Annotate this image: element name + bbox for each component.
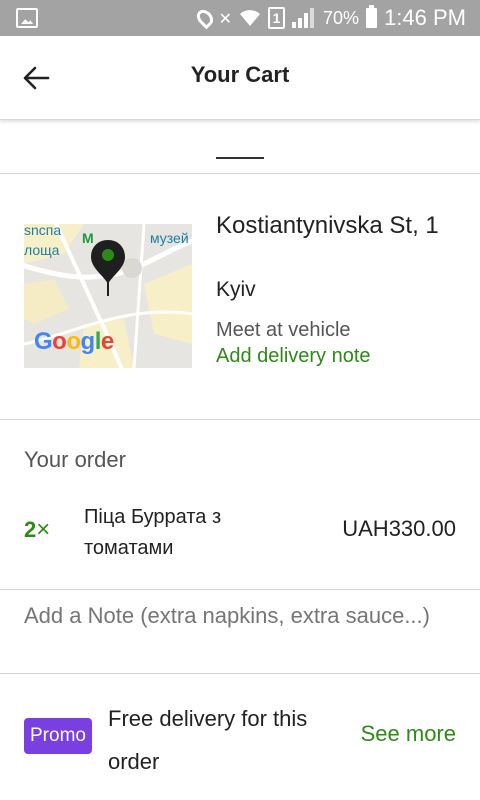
order-note-field[interactable]: Add a Note (extra napkins, extra sauce..…	[24, 601, 454, 631]
divider	[0, 419, 480, 420]
wifi-icon	[239, 9, 261, 27]
location-pin-icon	[90, 238, 126, 298]
see-more-link[interactable]: See more	[361, 721, 456, 747]
delivery-city: Kyiv	[216, 278, 256, 301]
app-header: Your Cart	[0, 36, 480, 120]
battery-icon	[366, 5, 378, 28]
drag-handle[interactable]	[216, 157, 264, 159]
meet-option[interactable]: Meet at vehicle	[216, 319, 351, 342]
promo-text: Free delivery for this order	[108, 706, 308, 774]
promo-badge: Promo	[24, 718, 92, 754]
location-icon	[193, 6, 216, 30]
item-quantity[interactable]: 2 ×	[24, 516, 50, 544]
page-title: Your Cart	[190, 62, 290, 87]
delivery-street: Kostiantynivska St, 1	[216, 212, 439, 239]
item-name[interactable]: Піца Буррата з томатами	[84, 502, 284, 564]
signal-icon	[292, 8, 316, 28]
map-label: музей	[150, 230, 189, 246]
divider	[0, 589, 480, 590]
google-logo: Google	[34, 328, 114, 355]
add-delivery-note-link[interactable]: Add delivery note	[216, 345, 371, 368]
divider	[0, 673, 480, 674]
map-label: sncпа	[24, 224, 62, 238]
status-bar: ✕ 1 70% 1:46 PM	[0, 0, 480, 36]
map-label: лоща	[24, 242, 60, 258]
status-icons: ✕ 1 70% 1:46 PM	[193, 0, 466, 36]
quantity-value: 2	[24, 517, 37, 542]
battery-percent: 70%	[323, 7, 360, 28]
image-icon	[16, 8, 38, 28]
divider	[0, 173, 480, 174]
order-section-title: Your order	[24, 447, 126, 472]
mute-icon: ✕	[218, 8, 233, 28]
clock: 1:46 PM	[384, 5, 466, 30]
sim-icon: 1	[268, 7, 286, 29]
item-price: UAH330.00	[342, 516, 456, 541]
multiply-icon: ×	[36, 516, 51, 543]
